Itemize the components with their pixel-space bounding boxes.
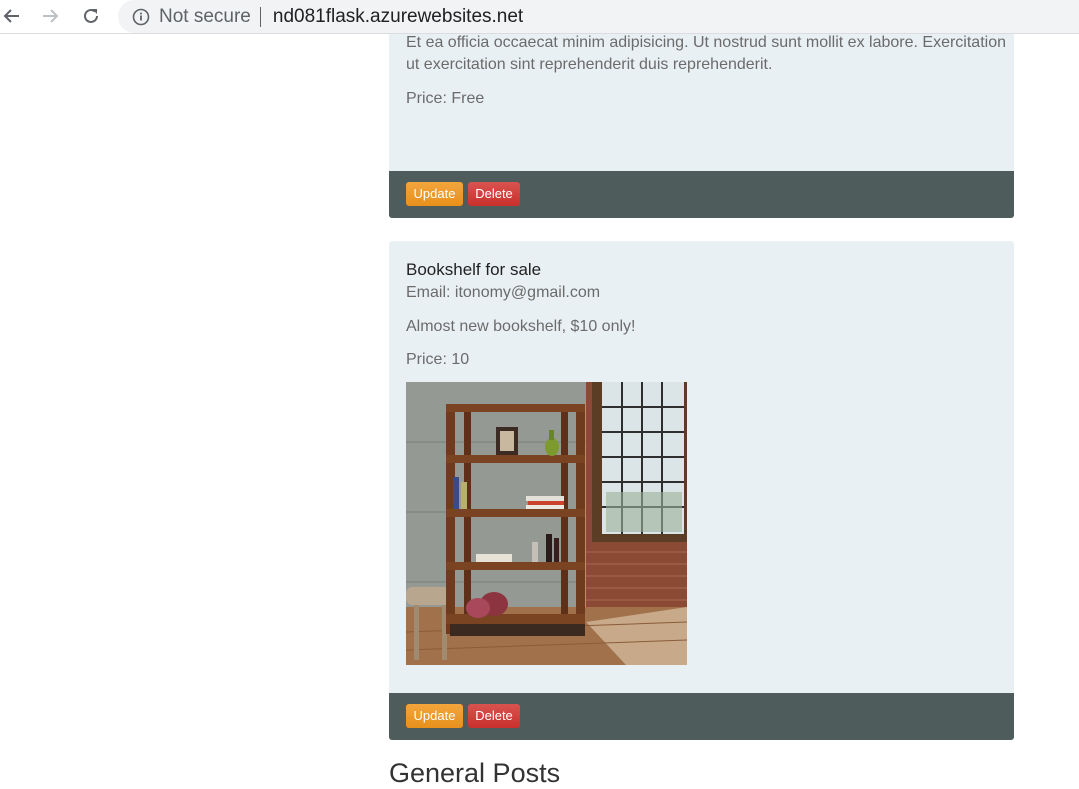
arrow-right-icon (43, 9, 59, 23)
post-actions: Update Delete (389, 171, 1014, 218)
post-description: Almost new bookshelf, $10 only! (406, 318, 636, 335)
delete-button[interactable]: Delete (468, 182, 520, 206)
address-bar[interactable]: Not secure nd081flask.azurewebsites.net (118, 0, 1079, 33)
browser-toolbar: Not secure nd081flask.azurewebsites.net (0, 0, 1079, 34)
reload-button[interactable] (79, 4, 103, 28)
forward-button[interactable] (38, 4, 62, 28)
post-description-line: Et ea officia occaecat minim adipisicing… (406, 34, 1006, 51)
update-button[interactable]: Update (406, 182, 463, 206)
post-email: Email: itonomy@gmail.com (406, 284, 601, 301)
post-card: Bookshelf for sale Email: itonomy@gmail.… (389, 241, 1014, 740)
post-actions: Update Delete (389, 693, 1014, 740)
post-title: Bookshelf for sale (406, 260, 542, 279)
info-icon[interactable] (132, 8, 150, 26)
reload-icon (84, 8, 98, 23)
security-label[interactable]: Not secure (159, 6, 251, 28)
post-image (406, 382, 687, 665)
address-separator (259, 6, 261, 27)
post-price: Price: Free (406, 90, 485, 107)
delete-button[interactable]: Delete (468, 704, 520, 728)
arrow-left-icon (3, 9, 19, 23)
post-price: Price: 10 (406, 351, 470, 368)
url-text[interactable]: nd081flask.azurewebsites.net (273, 6, 523, 28)
section-heading-general-posts: General Posts (389, 758, 561, 788)
back-button[interactable] (0, 4, 24, 28)
update-button[interactable]: Update (406, 704, 463, 728)
post-description-line: ut exercitation sint reprehenderit duis … (406, 56, 773, 73)
